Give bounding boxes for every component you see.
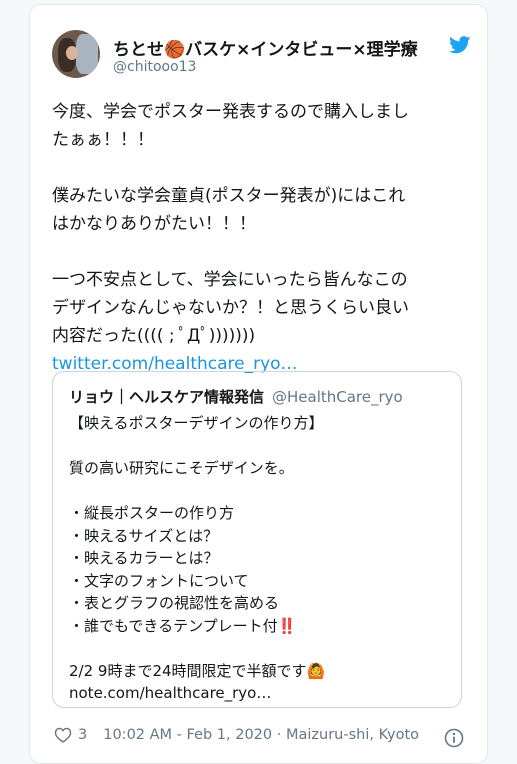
- quoted-line: 2/2 9時まで24時間限定で半額です🙆: [69, 661, 326, 680]
- body-line: 僕みたいな学会童貞(ポスター発表が)にはこれ: [52, 186, 406, 206]
- quoted-line: [69, 435, 449, 458]
- avatar[interactable]: [52, 30, 100, 78]
- info-icon[interactable]: [444, 728, 464, 748]
- body-line: 内容だった(((( ; ﾟДﾟ))))))): [52, 326, 256, 346]
- body-line: 一つ不安点として、学会にいったら皆んなこの: [52, 270, 408, 290]
- quoted-line: ・映えるカラーとは？: [69, 549, 219, 567]
- quoted-line: [69, 480, 449, 503]
- quoted-line: ・縦長ポスターの作り方: [69, 504, 235, 522]
- quoted-line: ・映えるサイズとは？: [69, 526, 219, 545]
- quoted-line: ・表とグラフの視認性を高める: [69, 594, 280, 612]
- quoted-header: リョウ｜ヘルスケア情報発信 @HealthCare_ryo: [69, 386, 403, 407]
- body-line: デザインなんじゃないか？！と思うくらい良い: [52, 298, 409, 318]
- quoted-line: 質の高い研究にこそデザインを。: [69, 459, 294, 477]
- author-name[interactable]: ちとせ🏀バスケ×インタビュー×理学療: [113, 35, 443, 60]
- quoted-author-name: リョウ｜ヘルスケア情報発信: [69, 388, 265, 406]
- twitter-bird-icon[interactable]: [449, 36, 471, 54]
- tweet-card: ちとせ🏀バスケ×インタビュー×理学療 @chitooo13 今度、学会でポスター…: [29, 4, 488, 764]
- quoted-line: ・文字のフォントについて: [69, 571, 249, 590]
- author-handle[interactable]: @chitooo13: [113, 59, 196, 75]
- quoted-tweet[interactable]: リョウ｜ヘルスケア情報発信 @HealthCare_ryo 【映えるポスターデザイ…: [52, 371, 462, 708]
- quoted-line: [69, 637, 449, 660]
- quoted-author-handle: @HealthCare_ryo: [272, 388, 403, 406]
- quoted-body: 【映えるポスターデザインの作り方】 質の高い研究にこそデザインを。 ・縦長ポスタ…: [69, 412, 449, 705]
- tweet-body: 今度、学会でポスター発表するので購入しまし たぁぁ！！！ 僕みたいな学会童貞(ポ…: [52, 98, 472, 378]
- body-line: たぁぁ！！！: [52, 130, 154, 150]
- heart-icon[interactable]: [54, 727, 72, 743]
- quoted-line: ・誰でもできるテンプレート付‼️: [69, 616, 297, 635]
- tweet-footer: 3 10:02 AM - Feb 1, 2020 · Maizuru-shi, …: [54, 727, 419, 743]
- tweet-timestamp[interactable]: 10:02 AM - Feb 1, 2020 · Maizuru-shi, Ky…: [103, 727, 419, 743]
- body-line: はかなりありがたい！！！: [52, 214, 256, 234]
- body-line: 今度、学会でポスター発表するので購入しまし: [52, 102, 409, 122]
- quoted-line: 【映えるポスターデザインの作り方】: [69, 414, 324, 432]
- quoted-link[interactable]: note.com/healthcare_ryo…: [69, 682, 449, 705]
- like-count: 3: [78, 727, 88, 743]
